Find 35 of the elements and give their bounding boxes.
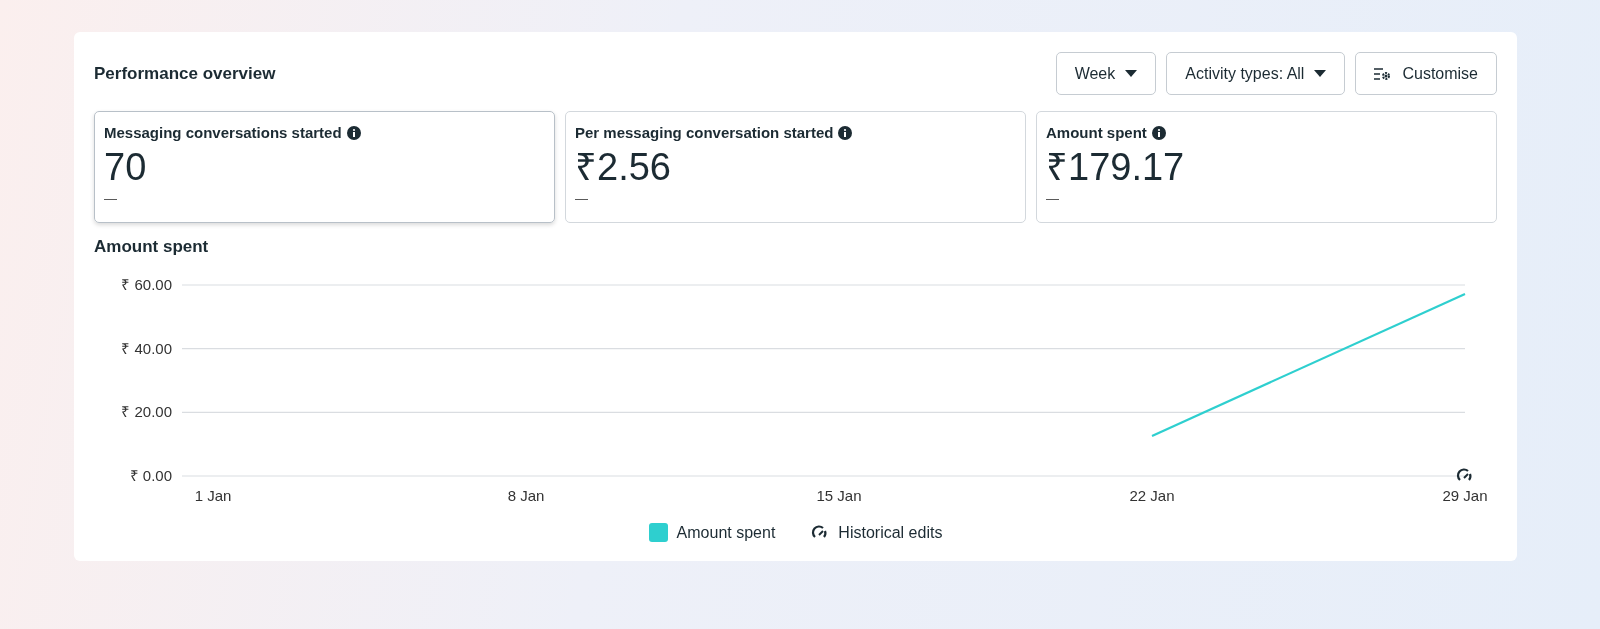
metric-change: — xyxy=(104,191,118,206)
metric-change: — xyxy=(1046,191,1060,206)
chart-title: Amount spent xyxy=(94,237,210,257)
axis-label: 1 Jan xyxy=(194,487,232,504)
metric-value: ₹179.17 xyxy=(1046,145,1186,190)
axis-label: 15 Jan xyxy=(816,487,862,504)
metric-card[interactable]: Messaging conversations started 70 — xyxy=(94,111,555,223)
gauge-icon xyxy=(1456,468,1472,481)
metric-label: Per messaging conversation started xyxy=(575,124,834,141)
metric-label: Amount spent xyxy=(1046,124,1147,141)
axis-label: ₹ 60.00 xyxy=(121,276,172,293)
axis-label: ₹ 40.00 xyxy=(121,339,172,357)
metric-value: ₹2.56 xyxy=(575,145,672,190)
dropdown-button[interactable]: Activity types: All xyxy=(1166,52,1346,95)
axis-label: ₹ 0.00 xyxy=(129,467,172,484)
legend-label: Amount spent xyxy=(676,523,776,542)
metric-card[interactable]: Per messaging conversation started ₹2.56 — xyxy=(565,111,1026,223)
axis-label: 8 Jan xyxy=(507,487,545,504)
panel-title: Performance overview xyxy=(94,64,276,84)
metric-change: — xyxy=(575,191,589,206)
axis-label: 29 Jan xyxy=(1442,487,1488,504)
axis-label: ₹ 20.00 xyxy=(121,403,172,421)
metric-value: 70 xyxy=(104,145,148,190)
customise-button[interactable]: Customise xyxy=(1355,52,1497,95)
metric-label: Messaging conversations started xyxy=(104,124,342,141)
caret-icon xyxy=(1314,69,1327,78)
settings-icon xyxy=(1374,66,1393,81)
info-icon[interactable] xyxy=(346,125,361,140)
info-icon[interactable] xyxy=(1151,125,1166,140)
metric-card[interactable]: Amount spent ₹179.17 — xyxy=(1036,111,1497,223)
legend-label: Historical edits xyxy=(838,523,943,542)
axis-label: 22 Jan xyxy=(1129,487,1175,504)
info-icon[interactable] xyxy=(838,125,853,140)
caret-icon xyxy=(1125,69,1138,78)
dropdown-button[interactable]: Week xyxy=(1055,52,1157,95)
